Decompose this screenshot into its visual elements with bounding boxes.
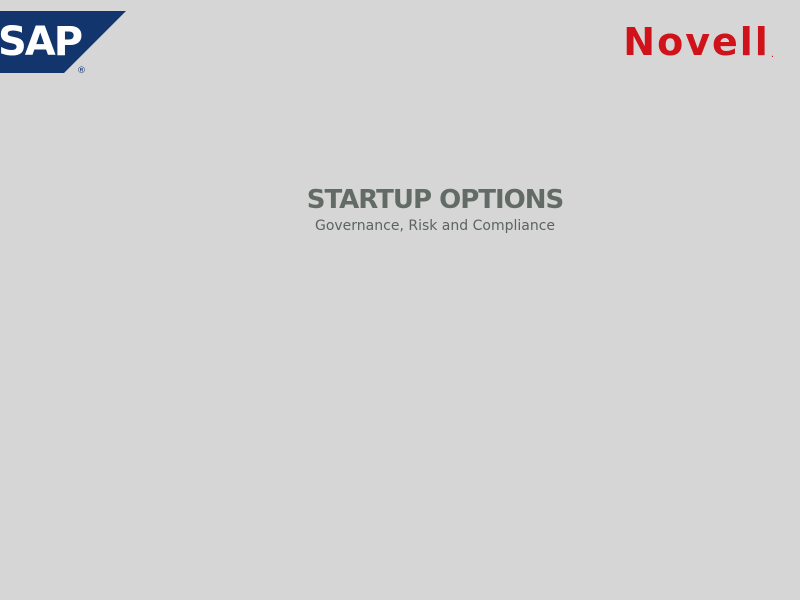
- sap-logo: SAP ®: [0, 11, 126, 75]
- startup-heading: STARTUP OPTIONS Governance, Risk and Com…: [0, 184, 800, 236]
- page-title: STARTUP OPTIONS: [306, 185, 565, 215]
- novell-logo: Novell .: [623, 22, 774, 62]
- page-subtitle: Governance, Risk and Compliance: [314, 218, 556, 234]
- novell-logo-dot: .: [770, 49, 774, 60]
- startup-screen: SAP ® Novell . STARTUP OPTIONS Governanc…: [0, 0, 800, 600]
- sap-registered-mark: ®: [77, 66, 86, 75]
- novell-logo-text: Novell: [623, 20, 770, 64]
- sap-logo-text: SAP: [0, 19, 82, 65]
